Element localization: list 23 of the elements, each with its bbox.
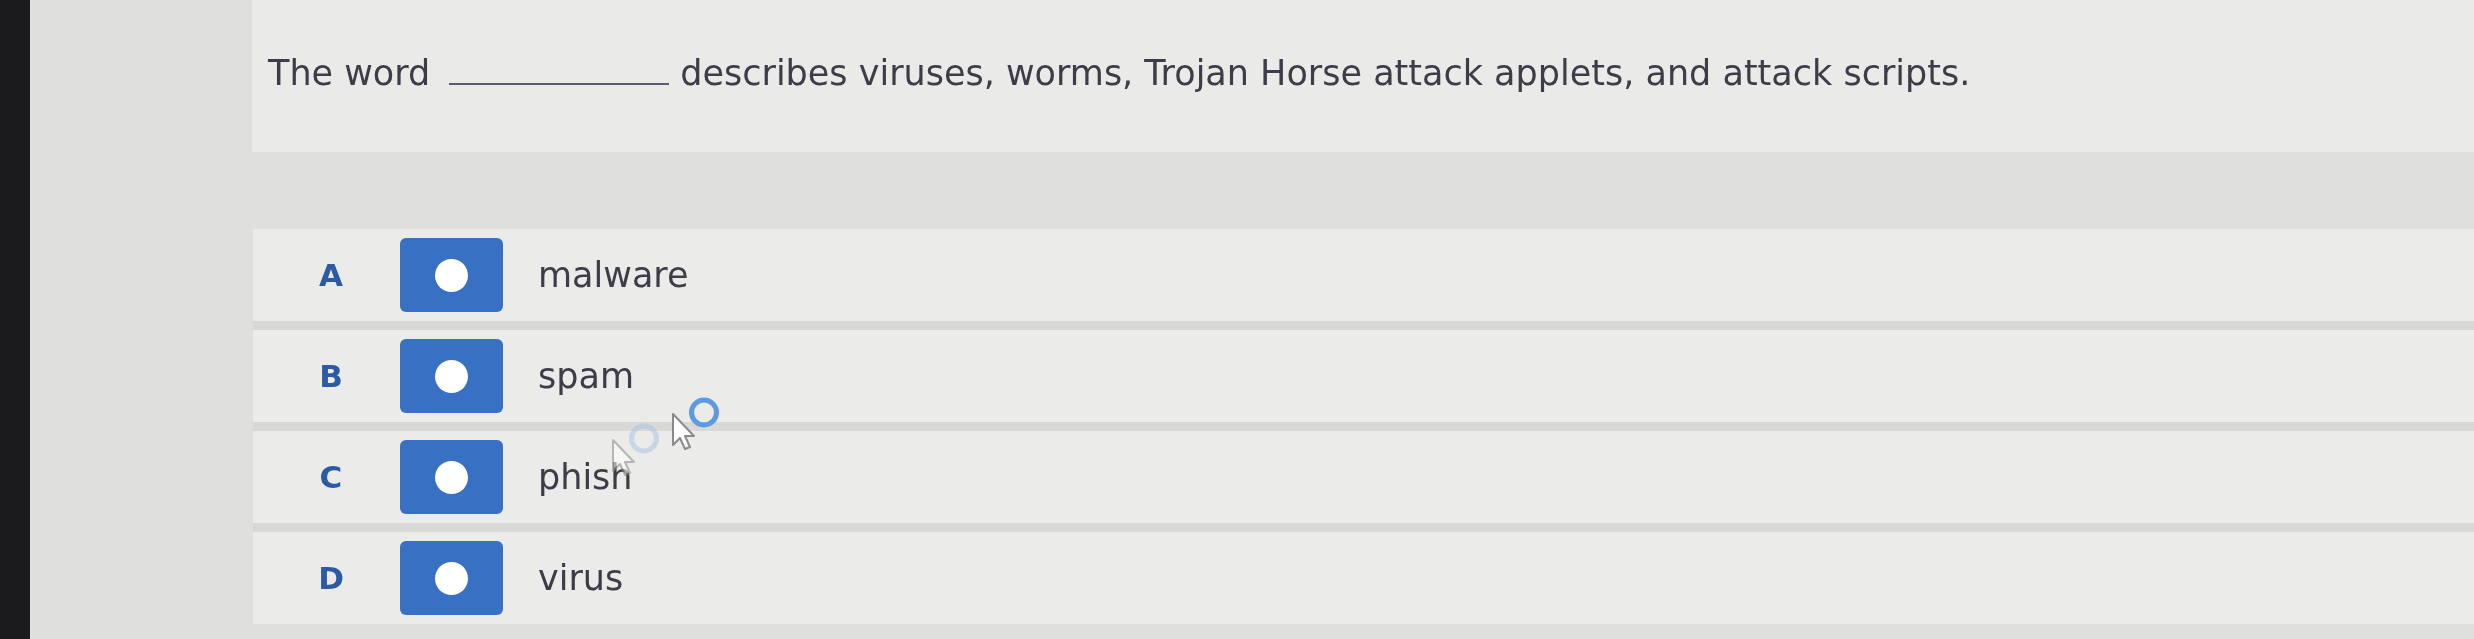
option-label: phish [538,457,633,497]
radio-button[interactable] [400,440,503,514]
question-text: describes viruses, worms, Trojan Horse attack applets, and attack scripts. [680,53,1971,93]
option-row[interactable]: A malware [253,229,2474,321]
radio-button[interactable] [400,238,503,312]
question-text: The word [268,53,431,93]
radio-circle-icon [435,359,468,393]
option-letter: C [318,459,344,495]
option-row[interactable]: B spam [253,330,2474,422]
radio-button[interactable] [400,339,503,413]
option-label: spam [538,356,634,396]
busy-cursor-icon [672,397,720,450]
option-letter: B [318,358,344,394]
option-row[interactable]: C phish [253,431,2474,523]
option-letter: A [318,257,344,293]
radio-circle-icon [435,460,468,494]
radio-button[interactable] [400,541,503,615]
option-row[interactable]: D virus [253,532,2474,624]
option-label: malware [538,255,689,295]
radio-circle-icon [435,561,468,595]
radio-circle-icon [435,258,468,292]
option-label: virus [538,558,624,598]
option-letter: D [317,560,345,596]
